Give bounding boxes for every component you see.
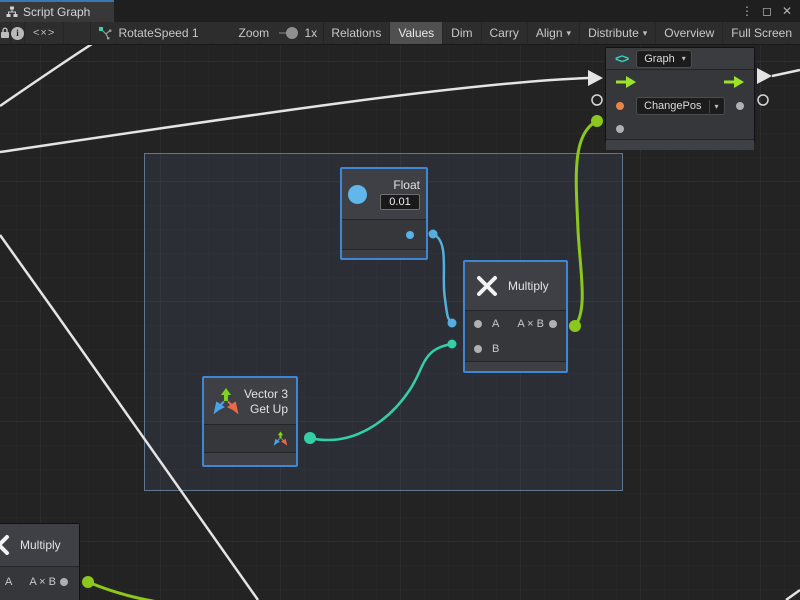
- multiply-output-label: A × B: [517, 318, 544, 330]
- flow-arrowhead-out: [757, 68, 772, 84]
- multiply-node-title: Multiply: [508, 279, 549, 293]
- hollow-port-left[interactable]: [592, 95, 602, 105]
- multiply-node-footer: [465, 361, 566, 371]
- lock-icon: [0, 27, 10, 39]
- chevron-down-icon: ▾: [682, 52, 691, 65]
- multiply-input-b-label: B: [492, 343, 499, 355]
- vector3-icon: [212, 387, 240, 415]
- align-dropdown[interactable]: Align ▾: [528, 22, 580, 44]
- vector3-node-title: Vector 3: [244, 387, 288, 401]
- changepos-dropdown[interactable]: ChangePos ▾: [636, 97, 725, 115]
- multiply-input-b-port[interactable]: [474, 345, 482, 353]
- values-label: Values: [398, 26, 434, 40]
- multiply-node[interactable]: Multiply A A × B B: [463, 260, 568, 373]
- tab-title: Script Graph: [23, 5, 90, 19]
- code-icon: <×>: [33, 27, 55, 39]
- graph-title-dropdown[interactable]: Graph ▾: [636, 50, 692, 68]
- carry-button[interactable]: Carry: [482, 22, 528, 44]
- float-icon: [348, 185, 367, 204]
- result-wire-end-dot: [591, 115, 603, 127]
- distribute-label: Distribute: [588, 26, 639, 40]
- float-node[interactable]: Float 0.01: [340, 167, 428, 260]
- unity-script-graph-window: Script Graph ⋮ ◻ ✕ i <×>: [0, 0, 800, 600]
- maximize-icon[interactable]: ◻: [760, 4, 774, 18]
- values-button[interactable]: Values: [390, 22, 443, 44]
- float-output-port[interactable]: [406, 231, 414, 239]
- overview-label: Overview: [664, 26, 714, 40]
- overview-button[interactable]: Overview: [656, 22, 723, 44]
- flow-wire-left[interactable]: [0, 78, 588, 152]
- multiply2-node-title: Multiply: [20, 538, 61, 552]
- relations-label: Relations: [331, 26, 381, 40]
- distribute-dropdown[interactable]: Distribute ▾: [580, 22, 656, 44]
- multiply2-output-label: A × B: [29, 576, 56, 588]
- dim-label: Dim: [451, 26, 472, 40]
- window-controls: ⋮ ◻ ✕: [740, 0, 800, 22]
- flow-input-port[interactable]: [616, 76, 636, 88]
- multiply-input-a-label: A: [492, 318, 499, 330]
- vector3-output-port[interactable]: [273, 431, 288, 446]
- vector3-node-footer: [204, 452, 296, 465]
- graph-node-footer: [606, 139, 754, 150]
- graph-reference-label: RotateSpeed 1: [118, 26, 198, 40]
- flow-output-port[interactable]: [724, 76, 744, 88]
- changepos-input-port[interactable]: [616, 102, 624, 110]
- hollow-port-right[interactable]: [758, 95, 768, 105]
- chevron-down-icon: ▾: [643, 28, 648, 39]
- multiply-icon: [0, 533, 11, 557]
- chevron-down-icon: ▾: [567, 28, 572, 39]
- info-button[interactable]: i: [11, 22, 25, 44]
- align-label: Align: [536, 26, 563, 40]
- float-node-title: Float: [393, 178, 420, 192]
- tab-script-graph[interactable]: Script Graph: [0, 0, 114, 22]
- info-icon: i: [11, 27, 24, 40]
- float-node-footer: [342, 249, 426, 258]
- tab-bar: Script Graph ⋮ ◻ ✕: [0, 0, 800, 22]
- graph-output-port[interactable]: [736, 102, 744, 110]
- flow-wire-right[interactable]: [772, 70, 800, 76]
- window-menu-icon[interactable]: ⋮: [740, 4, 754, 18]
- changepos-value: ChangePos: [637, 98, 709, 114]
- code-view-button[interactable]: <×>: [25, 22, 64, 44]
- float-value-input[interactable]: 0.01: [380, 194, 420, 210]
- multiply2-input-a-label: A: [5, 576, 12, 588]
- zoom-slider[interactable]: [279, 32, 292, 34]
- zoom-level: 1x: [294, 22, 323, 44]
- graph-reference-breadcrumb[interactable]: RotateSpeed 1: [90, 22, 206, 44]
- multiply2-output-port[interactable]: [60, 578, 68, 586]
- result-wire-bottom[interactable]: [88, 582, 158, 600]
- vector3-node-subtitle: Get Up: [250, 402, 288, 416]
- fullscreen-label: Full Screen: [731, 26, 792, 40]
- dim-button[interactable]: Dim: [443, 22, 481, 44]
- vector3-getup-node[interactable]: Vector 3 Get Up: [202, 376, 298, 467]
- multiply-output-port[interactable]: [549, 320, 557, 328]
- graph-unit-node[interactable]: <> Graph ▾ ChangePos ▾: [605, 47, 755, 143]
- graph-node-icon: [98, 26, 112, 40]
- close-icon[interactable]: ✕: [780, 4, 794, 18]
- graph-brackets-icon: <>: [615, 51, 628, 66]
- multiply2-node[interactable]: Multiply A A × B: [0, 523, 80, 600]
- lock-button[interactable]: [0, 22, 11, 44]
- zoom-label: Zoom: [231, 22, 278, 44]
- flow-arrowhead-in: [588, 70, 603, 86]
- multiply-icon: [475, 274, 499, 298]
- chevron-down-icon: ▾: [709, 100, 724, 113]
- graph-canvas[interactable]: Float 0.01 Multiply A A × B: [0, 45, 800, 600]
- graph-title: Graph: [637, 51, 682, 67]
- graph-extra-port[interactable]: [616, 125, 624, 133]
- relations-button[interactable]: Relations: [323, 22, 390, 44]
- fullscreen-button[interactable]: Full Screen: [723, 22, 800, 44]
- multiply-input-a-port[interactable]: [474, 320, 482, 328]
- flow-wire-corner[interactable]: [786, 590, 800, 600]
- carry-label: Carry: [490, 26, 519, 40]
- hierarchy-icon: [6, 6, 18, 18]
- graph-toolbar: i <×> RotateSpeed 1 Zoom 1x Relations Va…: [0, 22, 800, 45]
- result-wire-bottom-dot: [82, 576, 94, 588]
- flow-wire-topleft[interactable]: [0, 45, 92, 106]
